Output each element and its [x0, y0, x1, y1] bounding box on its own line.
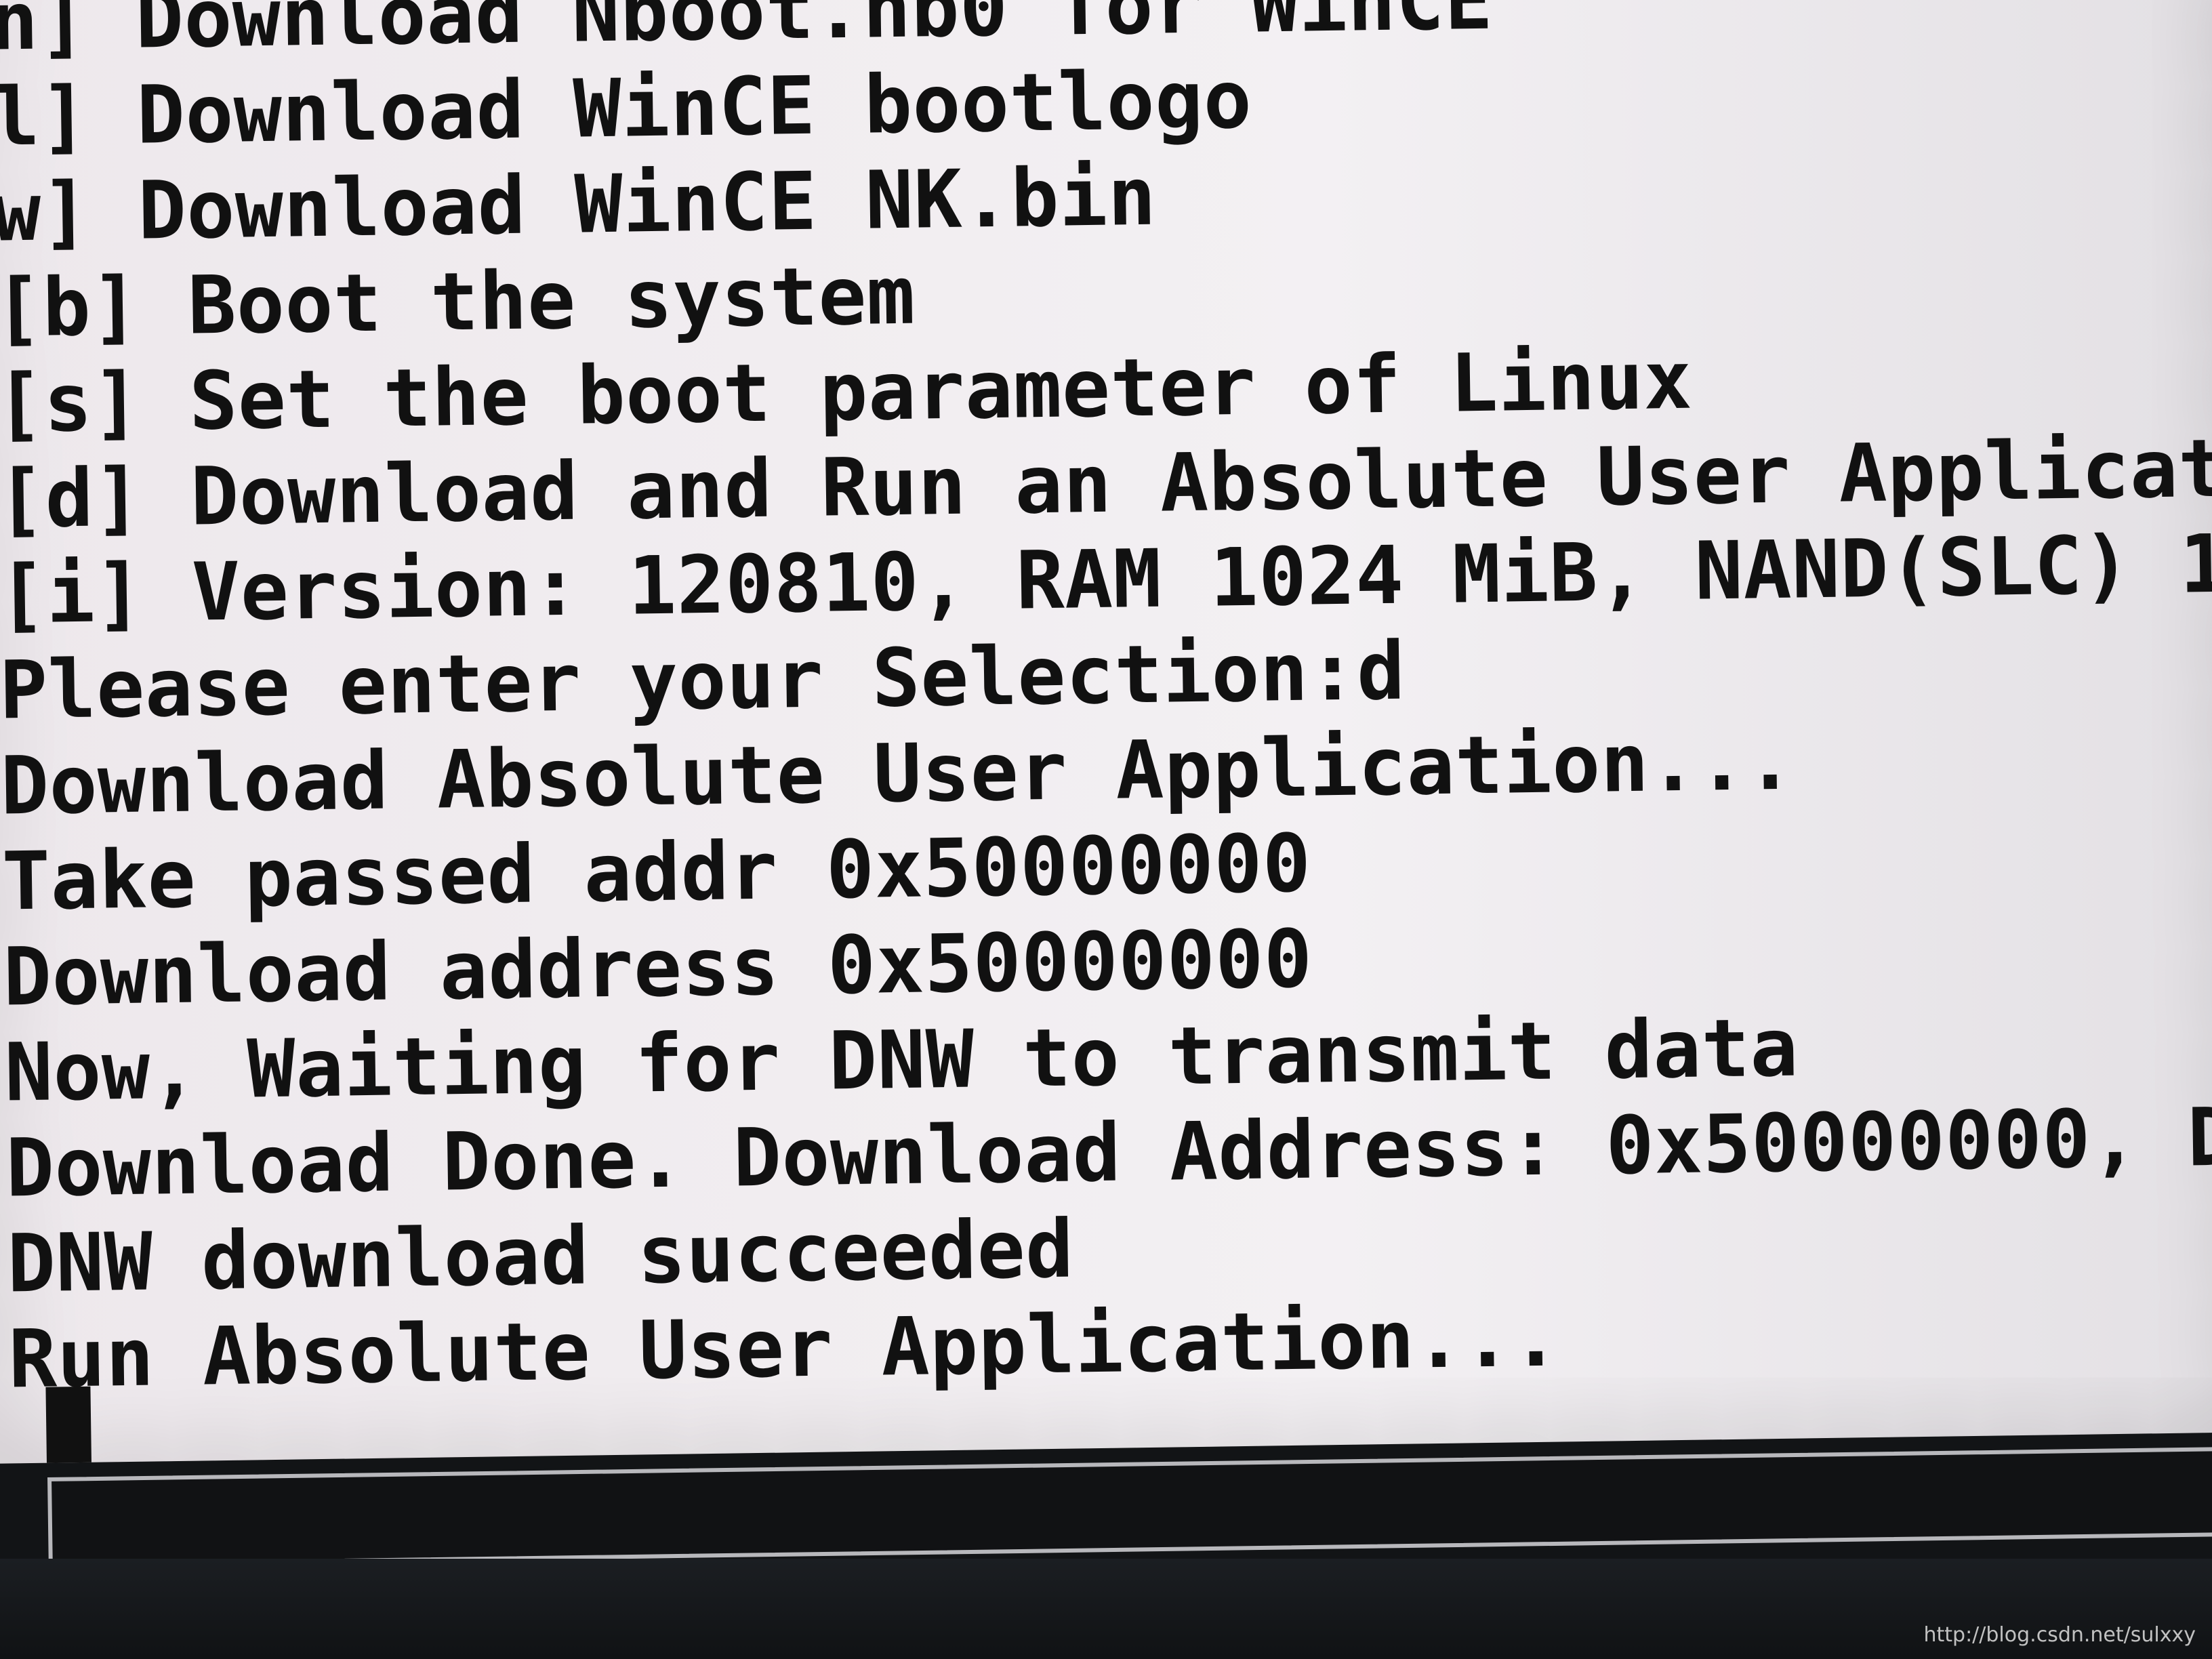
terminal-status-bar	[47, 1446, 2212, 1567]
watermark-text: http://blog.csdn.net/sulxxy	[1923, 1623, 2196, 1647]
terminal-screen: n] Download Nboot.nb0 for WinCE l] Downl…	[0, 0, 2212, 1464]
terminal-cursor[interactable]	[45, 1386, 92, 1464]
terminal-output: n] Download Nboot.nb0 for WinCE l] Downl…	[0, 0, 2212, 1407]
monitor-bezel	[0, 1559, 2212, 1659]
